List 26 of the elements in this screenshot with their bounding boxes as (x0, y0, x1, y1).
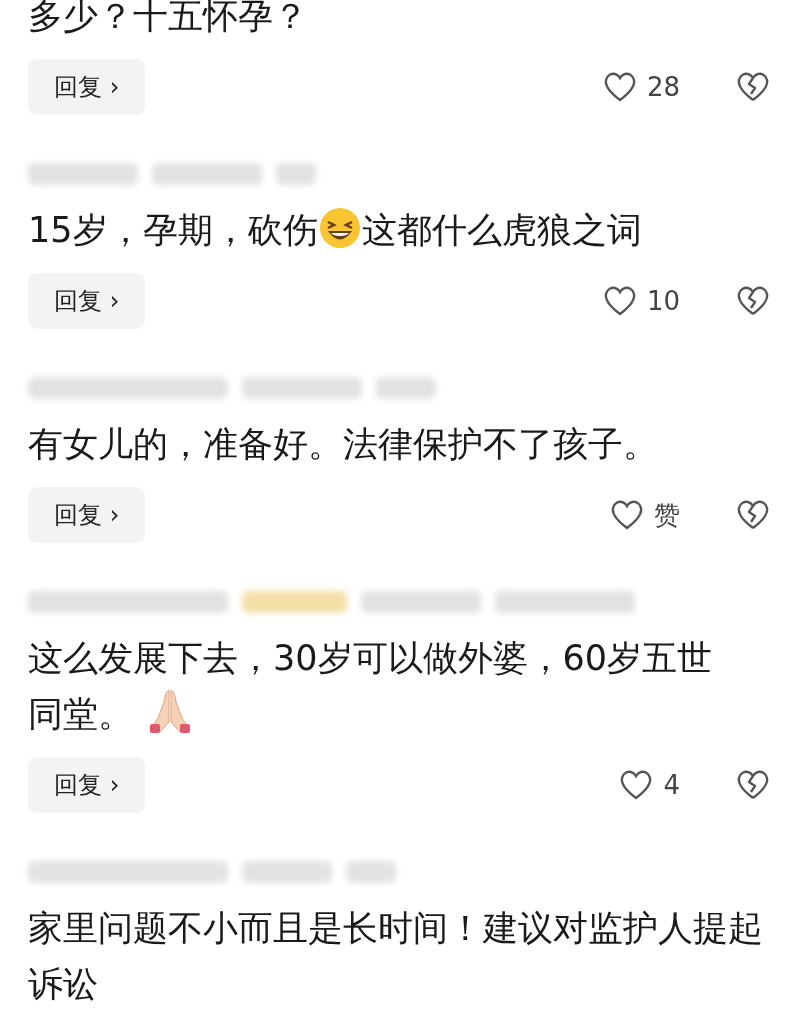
comment-text: 这么发展下去，30岁可以做外婆，60岁五世 (28, 637, 713, 680)
heart-icon[interactable] (619, 769, 654, 801)
broken-heart-icon[interactable] (736, 71, 770, 103)
reply-button[interactable]: 回复 › (28, 487, 146, 543)
heart-icon[interactable] (602, 285, 637, 317)
reply-button[interactable]: 回复 › (28, 59, 146, 115)
comment-text: 家里问题不小而且是长时间！建议对监护人提起诉讼 (28, 907, 764, 1006)
like-count: 28 (646, 70, 680, 104)
blurred-info (276, 163, 316, 185)
comment-text: 这都什么虎狼之词 (361, 209, 642, 252)
blurred-info (376, 377, 436, 399)
comment-text: 同堂。 (28, 693, 133, 736)
broken-heart-icon[interactable] (736, 285, 770, 317)
like-count: 赞 (654, 498, 680, 532)
comment-text: 有女儿的，准备好。法律保护不了孩子。 (28, 423, 658, 466)
broken-heart-icon[interactable] (736, 499, 770, 531)
heart-icon[interactable] (610, 499, 644, 531)
laughing-emoji-icon (317, 206, 362, 250)
comment-text: 15岁，孕期，砍伤 (28, 209, 318, 252)
reply-button[interactable]: 回复 › (28, 273, 146, 329)
broken-heart-icon[interactable] (736, 769, 770, 801)
like-count: 4 (663, 768, 680, 802)
like-count: 10 (646, 284, 680, 318)
blurred-info (346, 861, 396, 883)
heart-icon[interactable] (602, 71, 637, 103)
reply-button[interactable]: 回复 › (28, 757, 146, 813)
